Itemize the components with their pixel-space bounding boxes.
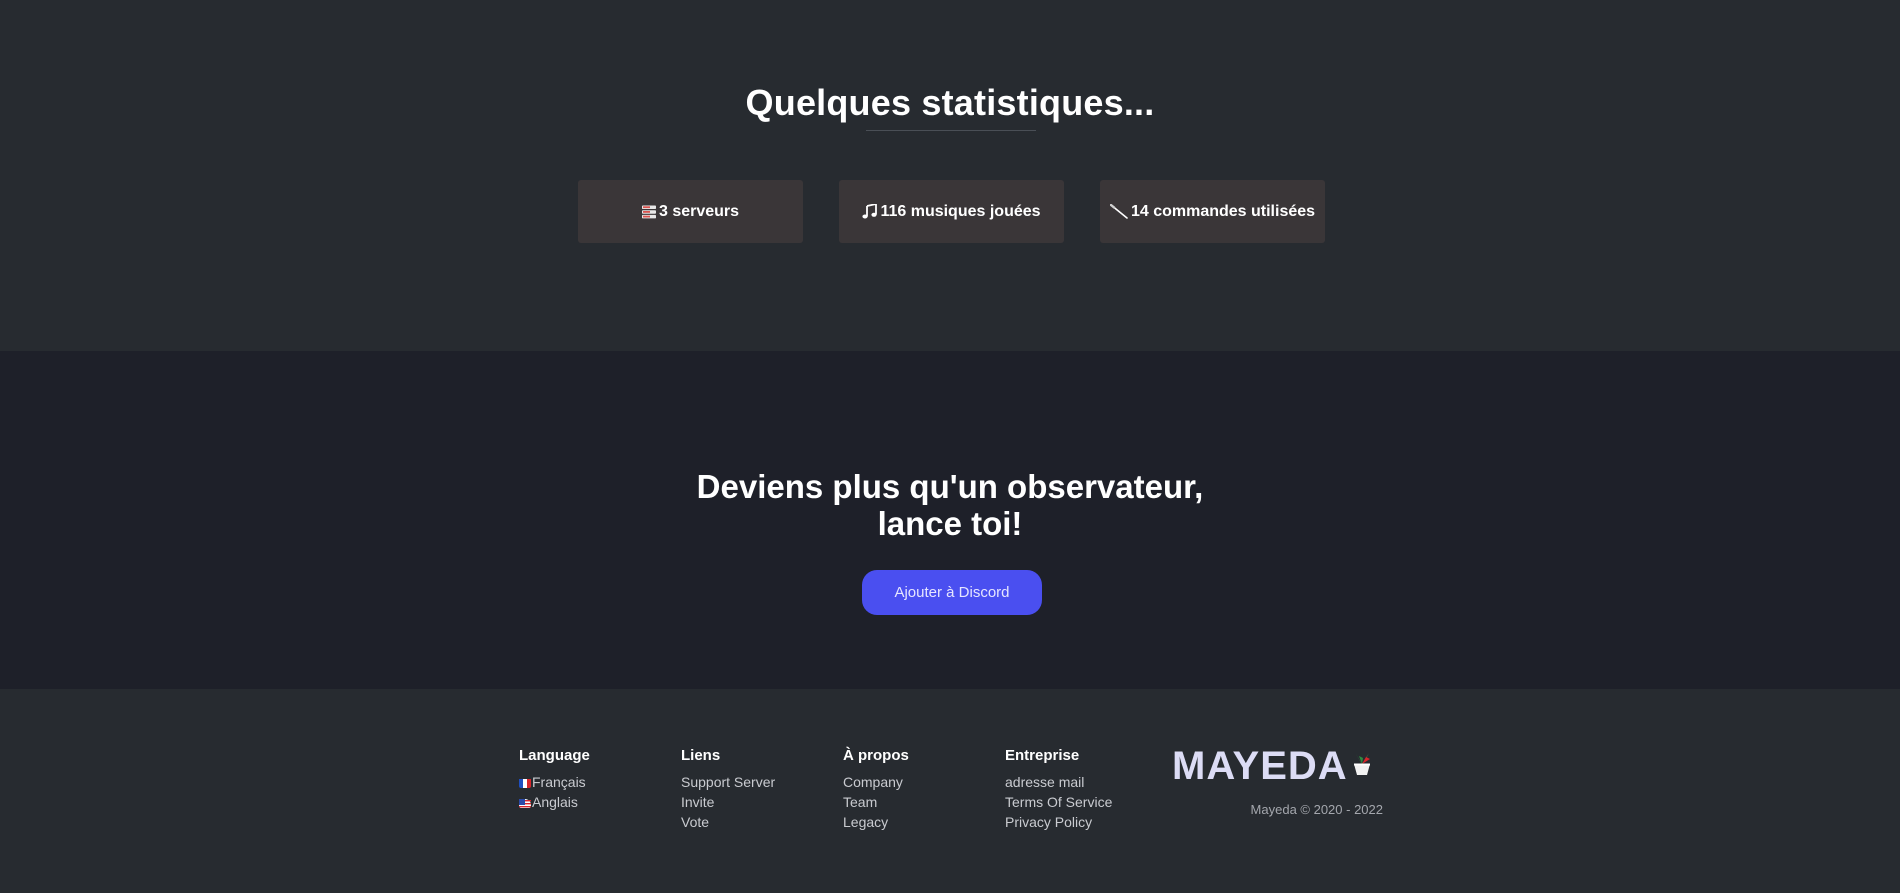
footer-language-column: Language Français Anglais — [519, 747, 590, 812]
footer: Language Français Anglais Liens Support … — [0, 689, 1900, 893]
stat-card-music: 116 musiques jouées — [839, 180, 1064, 243]
cta-title: Deviens plus qu'un observateur, lance to… — [0, 468, 1900, 542]
cta-title-line-2: lance toi! — [877, 505, 1023, 542]
add-to-discord-button[interactable]: Ajouter à Discord — [862, 570, 1042, 615]
footer-links-column: Liens Support Server Invite Vote — [681, 747, 775, 832]
stat-commands-text: 14 commandes utilisées — [1130, 202, 1316, 220]
title-underline — [866, 130, 1036, 131]
link-email[interactable]: adresse mail — [1005, 772, 1112, 792]
link-vote[interactable]: Vote — [681, 812, 775, 832]
brand-logo[interactable]: MAYEDA — [1172, 744, 1373, 789]
language-english-label: Anglais — [532, 794, 578, 810]
link-privacy-policy[interactable]: Privacy Policy — [1005, 812, 1112, 832]
copyright-text: Mayeda © 2020 - 2022 — [1250, 802, 1383, 817]
server-icon — [641, 205, 656, 219]
us-flag-icon — [519, 796, 531, 808]
stats-title: Quelques statistiques... — [745, 82, 1155, 123]
footer-about-column: À propos Company Team Legacy — [843, 747, 909, 832]
stat-card-commands: 14 commandes utilisées — [1100, 180, 1325, 243]
france-flag-icon — [519, 776, 531, 788]
footer-about-heading: À propos — [843, 747, 909, 764]
link-company[interactable]: Company — [843, 772, 909, 792]
music-note-icon — [862, 204, 878, 219]
stats-cards: 3 serveurs 116 musiques jouées 14 comman… — [578, 180, 1325, 243]
language-french-label: Français — [532, 774, 586, 790]
link-terms-of-service[interactable]: Terms Of Service — [1005, 792, 1112, 812]
link-support-server[interactable]: Support Server — [681, 772, 775, 792]
footer-company-heading: Entreprise — [1005, 747, 1080, 764]
stat-music-text: 116 musiques jouées — [880, 202, 1041, 220]
cta-title-line-1: Deviens plus qu'un observateur, — [696, 468, 1204, 505]
link-legacy[interactable]: Legacy — [843, 812, 909, 832]
footer-company-column: Entreprise adresse mail Terms Of Service… — [1005, 747, 1112, 832]
stat-servers-text: 3 serveurs — [658, 202, 740, 220]
brand-logo-text: MAYEDA — [1172, 744, 1348, 788]
language-option-english[interactable]: Anglais — [519, 792, 590, 812]
link-invite[interactable]: Invite — [681, 792, 775, 812]
stats-section: Quelques statistiques... 3 serveurs 116 … — [0, 0, 1900, 351]
link-team[interactable]: Team — [843, 792, 909, 812]
stat-card-servers: 3 serveurs — [578, 180, 803, 243]
cta-section: Deviens plus qu'un observateur, lance to… — [0, 351, 1900, 689]
footer-links-heading: Liens — [681, 747, 721, 764]
language-option-french[interactable]: Français — [519, 772, 590, 792]
footer-language-heading: Language — [519, 747, 590, 764]
wand-icon — [1109, 204, 1128, 219]
plant-pot-icon — [1351, 751, 1373, 782]
